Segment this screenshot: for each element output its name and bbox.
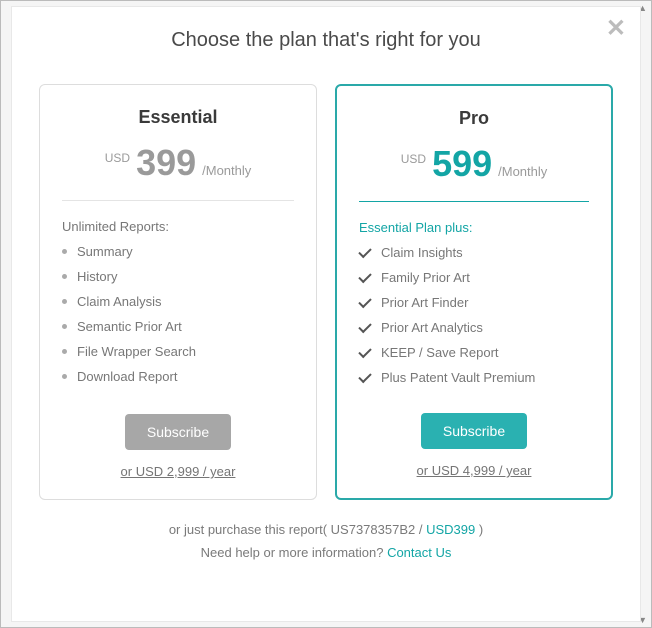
price-row: USD 399 /Monthly (62, 142, 294, 184)
check-icon (358, 294, 371, 307)
feature-label: Download Report (77, 369, 177, 384)
feature-item: File Wrapper Search (62, 344, 294, 359)
feature-label: Prior Art Analytics (381, 320, 483, 335)
check-icon (358, 269, 371, 282)
bullet-icon (62, 249, 67, 254)
feature-label: History (77, 269, 117, 284)
plan-pro: Pro USD 599 /Monthly Essential Plan plus… (335, 84, 613, 500)
features-list: Summary History Claim Analysis Semantic … (62, 244, 294, 394)
divider (359, 201, 589, 202)
price-row: USD 599 /Monthly (359, 143, 589, 185)
purchase-price-link[interactable]: USD399 (426, 522, 475, 537)
check-icon (358, 319, 371, 332)
feature-label: KEEP / Save Report (381, 345, 499, 360)
contact-us-link[interactable]: Contact Us (387, 545, 451, 560)
pricing-modal: ✕ Choose the plan that's right for you E… (11, 6, 641, 622)
feature-label: Summary (77, 244, 133, 259)
modal-container: ▲ ▼ ✕ Choose the plan that's right for y… (0, 0, 652, 628)
help-prefix: Need help or more information? (201, 545, 387, 560)
footer: or just purchase this report( US7378357B… (32, 522, 620, 560)
feature-item: Download Report (62, 369, 294, 384)
plans-row: Essential USD 399 /Monthly Unlimited Rep… (32, 84, 620, 500)
button-row: Subscribe (359, 395, 589, 449)
period-label: /Monthly (498, 164, 547, 179)
subscribe-button[interactable]: Subscribe (421, 413, 527, 449)
feature-label: Claim Analysis (77, 294, 162, 309)
plan-essential: Essential USD 399 /Monthly Unlimited Rep… (39, 84, 317, 500)
check-icon (358, 244, 371, 257)
period-label: /Monthly (202, 163, 251, 178)
feature-item: KEEP / Save Report (359, 345, 589, 360)
yearly-link[interactable]: or USD 4,999 / year (359, 463, 589, 478)
feature-label: Family Prior Art (381, 270, 470, 285)
bullet-icon (62, 274, 67, 279)
button-row: Subscribe (62, 396, 294, 450)
currency-label: USD (105, 151, 130, 165)
purchase-suffix: ) (475, 522, 483, 537)
feature-label: File Wrapper Search (77, 344, 196, 359)
price-value: 599 (432, 143, 492, 185)
plan-name: Pro (359, 108, 589, 129)
feature-item: Prior Art Analytics (359, 320, 589, 335)
plan-name: Essential (62, 107, 294, 128)
divider (62, 200, 294, 201)
check-icon (358, 369, 371, 382)
feature-label: Prior Art Finder (381, 295, 468, 310)
feature-item: Prior Art Finder (359, 295, 589, 310)
bullet-icon (62, 324, 67, 329)
price-value: 399 (136, 142, 196, 184)
feature-item: History (62, 269, 294, 284)
purchase-line: or just purchase this report( US7378357B… (32, 522, 620, 537)
feature-item: Plus Patent Vault Premium (359, 370, 589, 385)
check-icon (358, 344, 371, 357)
feature-item: Semantic Prior Art (62, 319, 294, 334)
purchase-prefix: or just purchase this report( US7378357B… (169, 522, 426, 537)
feature-label: Claim Insights (381, 245, 463, 260)
subscribe-button[interactable]: Subscribe (125, 414, 231, 450)
feature-label: Plus Patent Vault Premium (381, 370, 535, 385)
close-icon[interactable]: ✕ (606, 17, 626, 41)
bullet-icon (62, 349, 67, 354)
feature-item: Summary (62, 244, 294, 259)
feature-label: Semantic Prior Art (77, 319, 182, 334)
modal-title: Choose the plan that's right for you (32, 29, 620, 52)
features-title: Essential Plan plus: (359, 220, 589, 235)
bullet-icon (62, 299, 67, 304)
currency-label: USD (401, 152, 426, 166)
bullet-icon (62, 374, 67, 379)
features-title: Unlimited Reports: (62, 219, 294, 234)
features-list: Claim Insights Family Prior Art Prior Ar… (359, 245, 589, 395)
help-line: Need help or more information? Contact U… (32, 545, 620, 560)
feature-item: Family Prior Art (359, 270, 589, 285)
feature-item: Claim Insights (359, 245, 589, 260)
feature-item: Claim Analysis (62, 294, 294, 309)
yearly-link[interactable]: or USD 2,999 / year (62, 464, 294, 479)
